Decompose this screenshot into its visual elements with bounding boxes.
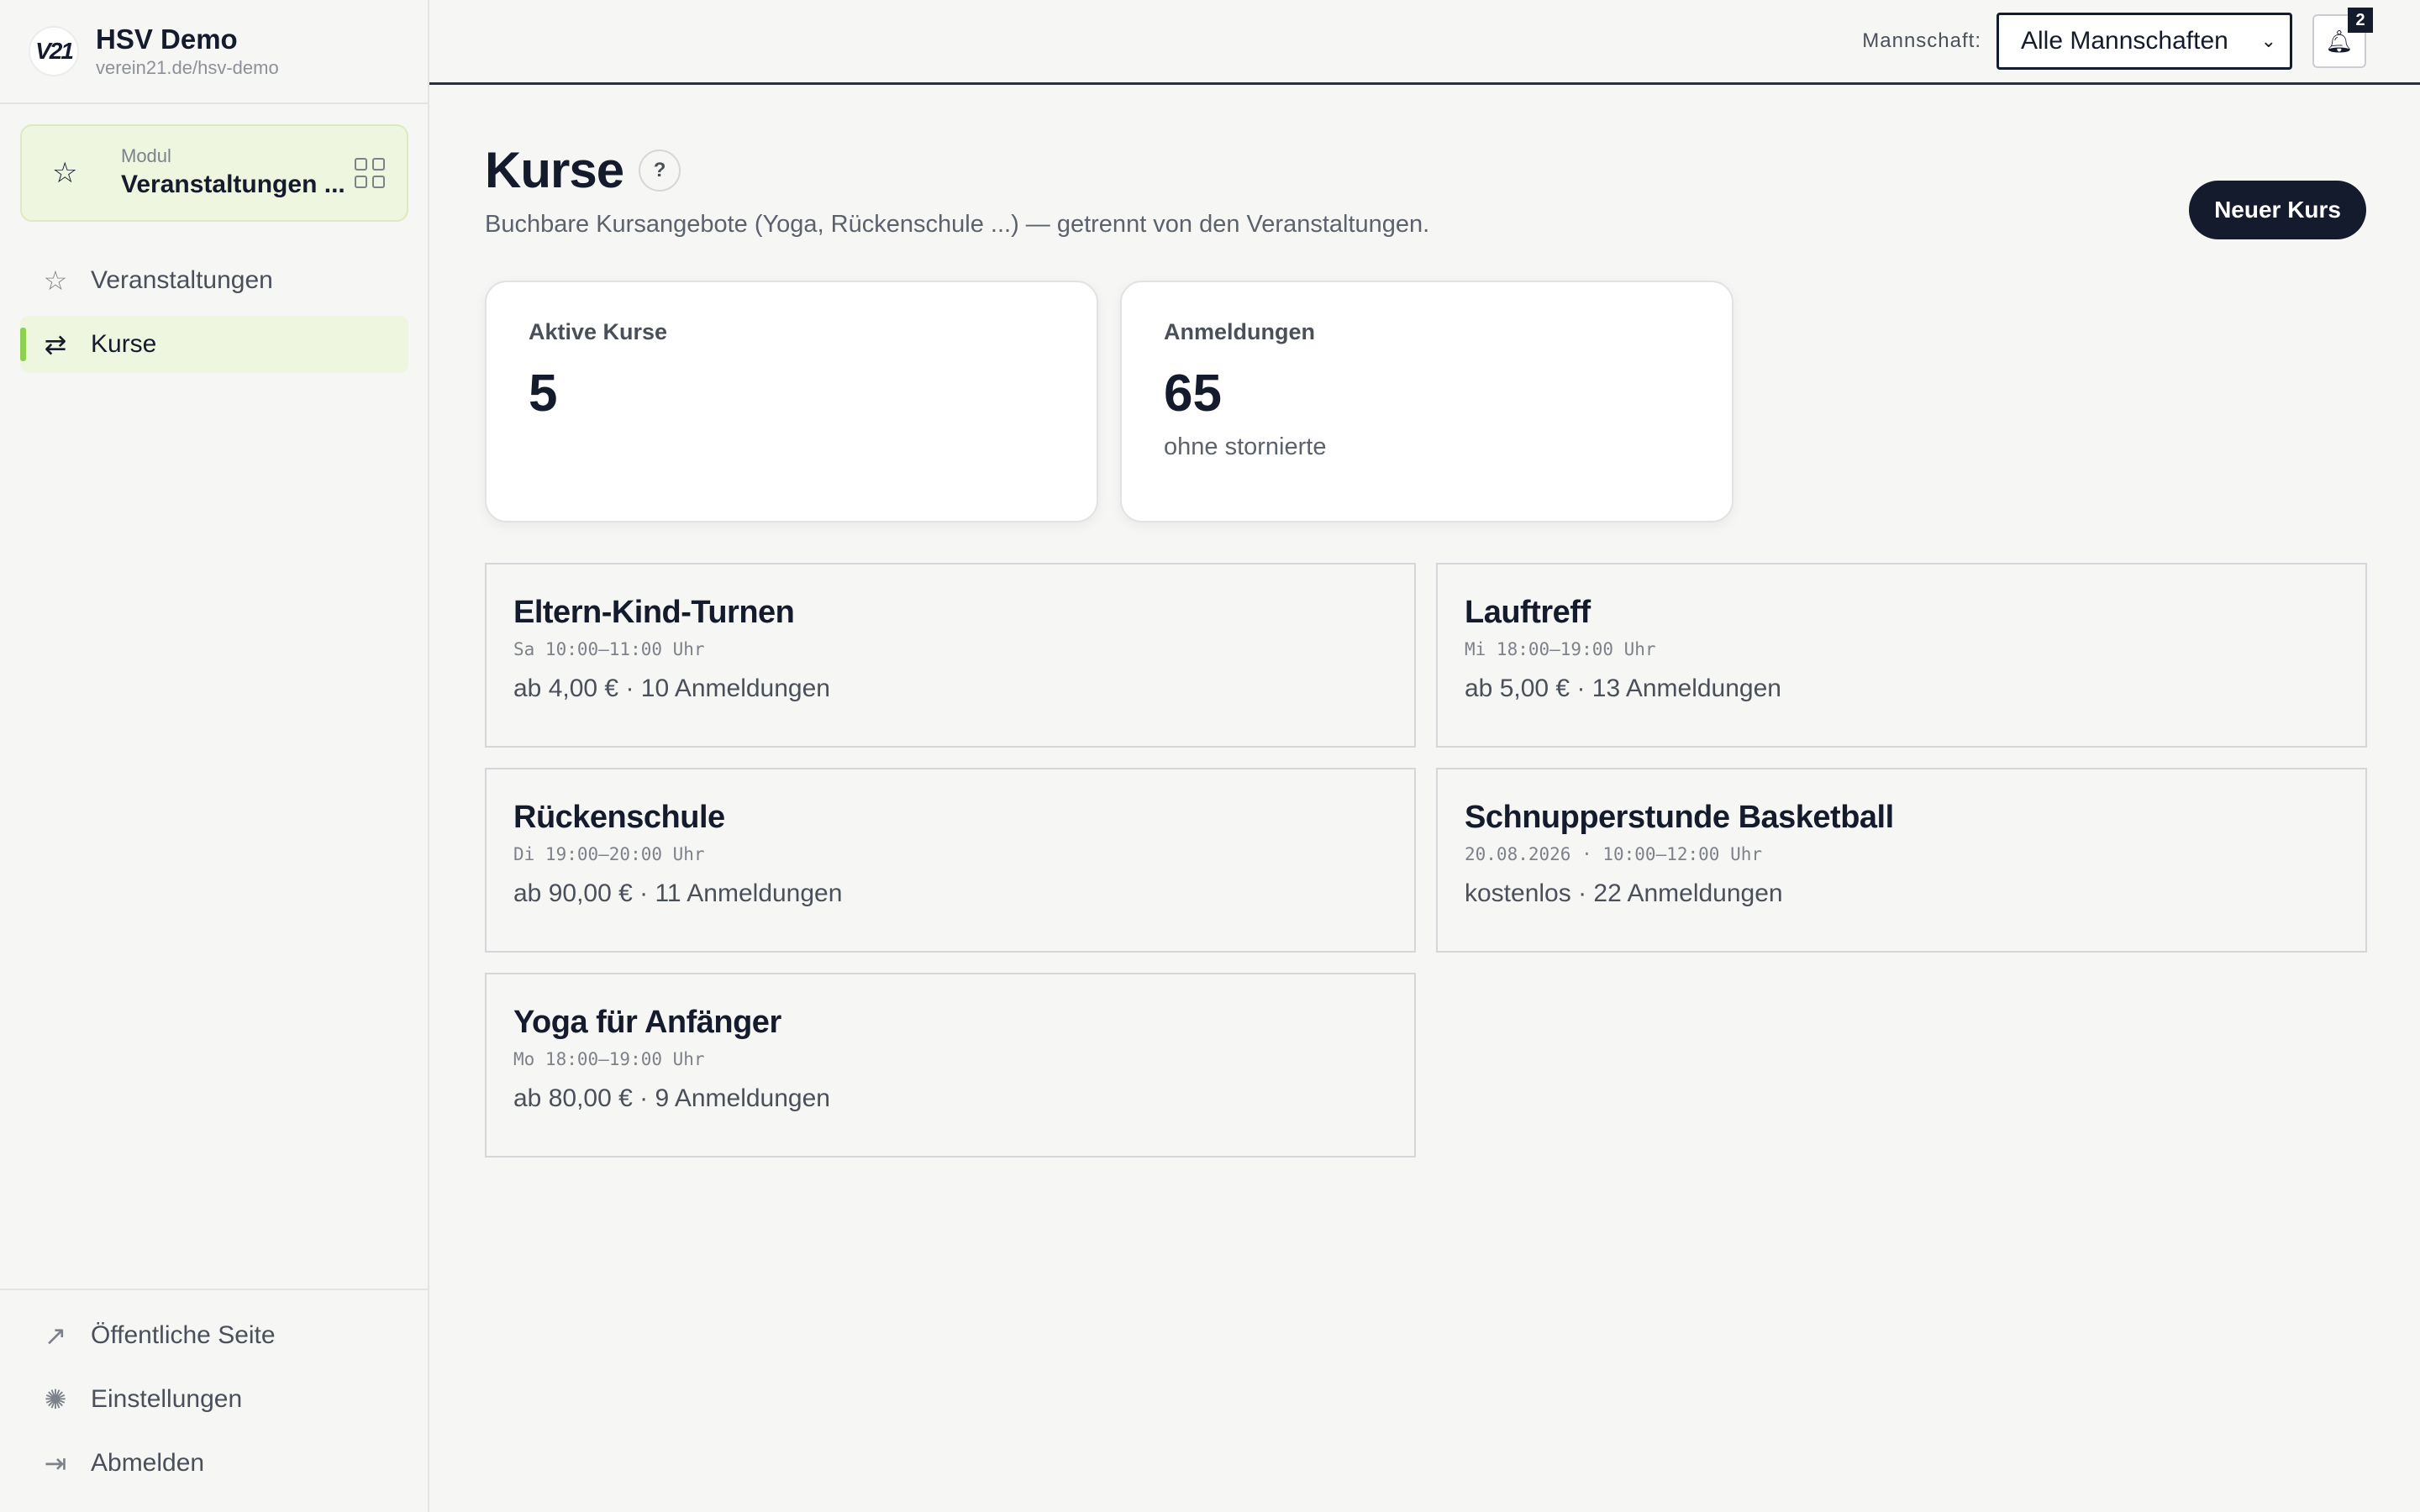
course-name: Yoga für Anfänger	[513, 1005, 781, 1040]
notification-badge: 2	[2348, 8, 2373, 33]
stat-note: ohne stornierte	[1164, 433, 1327, 460]
stat-card-registrations: Anmeldungen 65 ohne stornierte	[1120, 281, 1733, 522]
stat-label: Aktive Kurse	[529, 319, 668, 344]
course-time: Di 19:00–20:00 Uhr	[513, 844, 705, 864]
course-time: Mi 18:00–19:00 Uhr	[1465, 639, 1656, 659]
sidebar-item-settings[interactable]: ✺ Einstellungen	[20, 1371, 408, 1428]
brand-url: verein21.de/hsv-demo	[96, 57, 279, 78]
star-icon: ☆	[43, 265, 68, 296]
page-subtitle: Buchbare Kursangebote (Yoga, Rückenschul…	[485, 211, 1430, 238]
chevron-down-icon: ⌄	[2260, 30, 2276, 51]
module-switcher[interactable]: ☆ Modul Veranstaltungen ...	[20, 124, 408, 222]
course-name: Eltern-Kind-Turnen	[513, 595, 795, 630]
stat-value: 65	[1164, 365, 1222, 423]
page-header: Kurse ? Buchbare Kursangebote (Yoga, Rüc…	[485, 141, 1429, 239]
stat-label: Anmeldungen	[1164, 319, 1315, 344]
brand-logo: V21	[29, 26, 79, 76]
sidebar-item-label: Veranstaltungen	[91, 266, 273, 294]
sidebar-item-label: Abmelden	[91, 1449, 205, 1477]
course-meta: kostenlos · 22 Anmeldungen	[1465, 879, 1783, 907]
course-name: Lauftreff	[1465, 595, 1591, 630]
sidebar-item-label: Kurse	[91, 330, 157, 358]
main-content: Mannschaft: Alle Mannschaften ⌄ 🔔︎ 2 Kur…	[429, 0, 2420, 1512]
course-time: Sa 10:00–11:00 Uhr	[513, 639, 705, 659]
help-icon[interactable]: ?	[639, 149, 681, 192]
stat-card-active-courses: Aktive Kurse 5	[485, 281, 1098, 522]
course-time: Mo 18:00–19:00 Uhr	[513, 1049, 705, 1069]
sidebar: V21 HSV Demo verein21.de/hsv-demo ☆ Modu…	[0, 0, 429, 1512]
team-select-value: Alle Mannschaften	[2021, 27, 2228, 55]
brand-name: HSV Demo	[96, 24, 238, 55]
notifications-button[interactable]: 🔔︎ 2	[2312, 8, 2373, 68]
external-link-icon: ↗	[44, 1320, 67, 1351]
sidebar-bottom-nav: ↗ Öffentliche Seite ✺ Einstellungen ⇥ Ab…	[0, 1289, 428, 1512]
sidebar-item-kurse[interactable]: ⇄ Kurse	[20, 316, 408, 373]
course-card[interactable]: Yoga für Anfänger Mo 18:00–19:00 Uhr ab …	[485, 973, 1416, 1158]
course-card[interactable]: Eltern-Kind-Turnen Sa 10:00–11:00 Uhr ab…	[485, 563, 1416, 748]
stats-row: Aktive Kurse 5 Anmeldungen 65 ohne storn…	[485, 281, 1733, 522]
team-filter-label: Mannschaft:	[1862, 29, 1981, 52]
course-name: Rückenschule	[513, 800, 725, 835]
star-icon: ☆	[52, 157, 78, 189]
sidebar-item-public-page[interactable]: ↗ Öffentliche Seite	[20, 1307, 408, 1364]
gear-icon: ✺	[44, 1384, 67, 1415]
sidebar-item-label: Einstellungen	[91, 1385, 243, 1413]
sidebar-item-veranstaltungen[interactable]: ☆ Veranstaltungen	[20, 252, 408, 309]
module-value: Veranstaltungen ...	[121, 171, 345, 198]
logout-icon: ⇥	[44, 1448, 67, 1478]
sidebar-item-label: Öffentliche Seite	[91, 1321, 276, 1349]
team-select[interactable]: Alle Mannschaften ⌄	[1996, 13, 2292, 70]
course-list: Eltern-Kind-Turnen Sa 10:00–11:00 Uhr ab…	[485, 563, 2367, 1158]
sidebar-item-logout[interactable]: ⇥ Abmelden	[20, 1435, 408, 1492]
course-meta: ab 4,00 € · 10 Anmeldungen	[513, 675, 830, 702]
course-card[interactable]: Rückenschule Di 19:00–20:00 Uhr ab 90,00…	[485, 768, 1416, 953]
repeat-icon: ⇄	[44, 329, 67, 360]
sidebar-nav: ☆ Veranstaltungen ⇄ Kurse	[20, 252, 408, 380]
course-meta: ab 90,00 € · 11 Anmeldungen	[513, 879, 843, 907]
stat-value: 5	[529, 365, 558, 423]
course-time: 20.08.2026 · 10:00–12:00 Uhr	[1465, 844, 1763, 864]
course-card[interactable]: Schnupperstunde Basketball 20.08.2026 · …	[1436, 768, 2367, 953]
page-title: Kurse	[485, 142, 624, 198]
new-course-button[interactable]: Neuer Kurs	[2189, 181, 2366, 239]
topbar: Mannschaft: Alle Mannschaften ⌄ 🔔︎ 2	[429, 0, 2420, 85]
grid-icon	[355, 158, 385, 188]
course-name: Schnupperstunde Basketball	[1465, 800, 1894, 835]
course-meta: ab 5,00 € · 13 Anmeldungen	[1465, 675, 1781, 702]
brand-header[interactable]: V21 HSV Demo verein21.de/hsv-demo	[0, 0, 428, 104]
module-label: Modul	[121, 145, 171, 166]
course-card[interactable]: Lauftreff Mi 18:00–19:00 Uhr ab 5,00 € ·…	[1436, 563, 2367, 748]
course-meta: ab 80,00 € · 9 Anmeldungen	[513, 1084, 830, 1112]
